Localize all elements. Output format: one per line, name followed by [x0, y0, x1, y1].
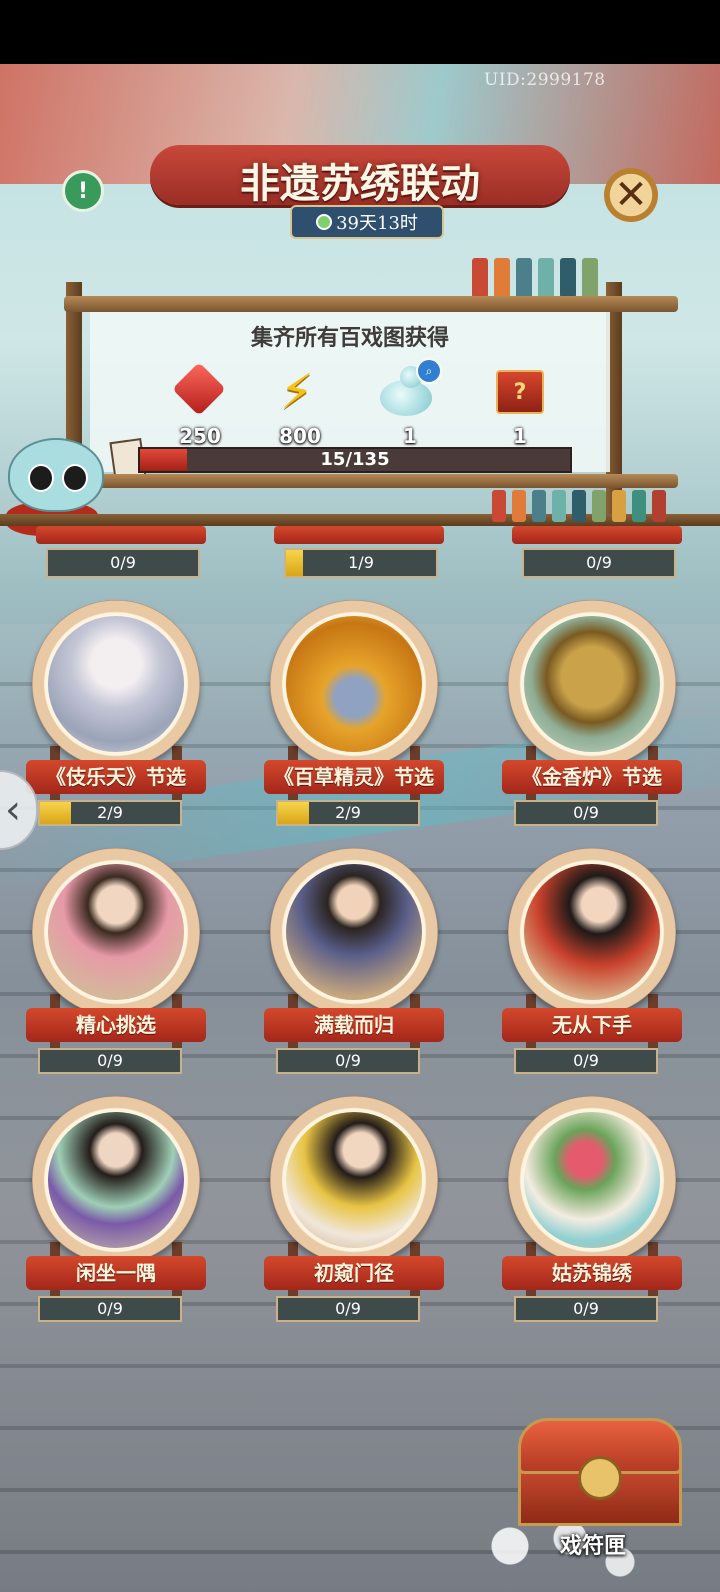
- card-title: 精心挑选: [26, 1008, 206, 1042]
- mascot-eye-right: [62, 464, 88, 492]
- mascot-head: [8, 438, 104, 512]
- collection-card[interactable]: 初窥门径 0/9: [264, 1092, 444, 1332]
- close-button[interactable]: ✕: [604, 168, 658, 222]
- top-card-banner: [36, 526, 206, 544]
- chevron-left-icon: ‹: [5, 787, 21, 833]
- reward-count: 1: [403, 424, 417, 448]
- event-title-banner: 非遗苏绣联动: [150, 145, 570, 207]
- card-progress: 0/9: [38, 1296, 182, 1322]
- card-progress: 2/9: [276, 800, 420, 826]
- magnifier-icon: ⌕: [416, 358, 442, 384]
- reward-gourd[interactable]: ⌕ 1: [370, 358, 450, 448]
- progress-text: 0/9: [573, 803, 599, 822]
- card-progress: 0/9: [276, 1048, 420, 1074]
- red-gem-icon: [172, 362, 226, 416]
- top-card-progress: 0/9: [522, 548, 676, 578]
- card-artwork: [48, 864, 184, 1000]
- progress-text: 0/9: [573, 1051, 599, 1070]
- progress-text: 0/9: [586, 553, 612, 572]
- progress-text: 0/9: [110, 553, 136, 572]
- top-card-progress: 1/9: [284, 548, 438, 578]
- collection-card[interactable]: 无从下手 0/9: [502, 844, 682, 1084]
- token-chest-button[interactable]: [512, 1418, 682, 1528]
- exclamation-icon: !: [77, 178, 89, 204]
- progress-text: 0/9: [573, 1299, 599, 1318]
- top-card-banner: [512, 526, 682, 544]
- thread-spools-top: [472, 258, 612, 298]
- card-title: 姑苏锦绣: [502, 1256, 682, 1290]
- card-artwork: [286, 864, 422, 1000]
- embroidery-frame-top: [64, 296, 678, 312]
- thread-spools-bottom: [492, 490, 672, 522]
- card-artwork: [48, 616, 184, 752]
- card-artwork: [48, 1112, 184, 1248]
- reward-count: 250: [179, 424, 221, 448]
- collection-card[interactable]: 《百草精灵》节选 2/9: [264, 596, 444, 836]
- reward-count: 1: [513, 424, 527, 448]
- card-title: 闲坐一隅: [26, 1256, 206, 1290]
- progress-text: 1/9: [348, 553, 374, 572]
- card-title: 《伎乐天》节选: [26, 760, 206, 794]
- card-progress: 0/9: [514, 800, 658, 826]
- mystery-box-icon: ?: [496, 370, 544, 414]
- progress-text: 2/9: [97, 803, 123, 822]
- chest-lock-icon: [578, 1456, 622, 1500]
- chest-label[interactable]: 戏符匣: [560, 1528, 626, 1560]
- card-title: 满载而归: [264, 1008, 444, 1042]
- lightning-icon: ⚡: [280, 364, 314, 420]
- embroidery-frame-bottom: [64, 474, 678, 488]
- progress-text: 0/9: [335, 1051, 361, 1070]
- collection-card[interactable]: 《伎乐天》节选 2/9: [26, 596, 206, 836]
- card-artwork: [286, 616, 422, 752]
- card-title: 无从下手: [502, 1008, 682, 1042]
- card-artwork: [286, 1112, 422, 1248]
- info-button[interactable]: !: [62, 170, 104, 212]
- card-progress: 0/9: [514, 1296, 658, 1322]
- collection-card[interactable]: 《金香炉》节选 0/9: [502, 596, 682, 836]
- card-progress: 2/9: [38, 800, 182, 826]
- collection-progress-bar: 15/135: [138, 447, 572, 473]
- card-progress: 0/9: [514, 1048, 658, 1074]
- reward-energy[interactable]: ⚡ 800: [260, 364, 340, 448]
- reward-count: 800: [279, 424, 321, 448]
- timer-text: 39天13时: [336, 213, 418, 234]
- progress-text: 0/9: [97, 1299, 123, 1318]
- collection-card[interactable]: 精心挑选 0/9: [26, 844, 206, 1084]
- reward-gem[interactable]: 250: [160, 362, 240, 448]
- collection-card[interactable]: 闲坐一隅 0/9: [26, 1092, 206, 1332]
- uid-label: UID:2999178: [484, 70, 606, 90]
- reward-box[interactable]: ? 1: [480, 364, 560, 448]
- event-title: 非遗苏绣联动: [240, 160, 480, 207]
- top-card-progress: 0/9: [46, 548, 200, 578]
- close-icon: ✕: [614, 172, 648, 218]
- card-artwork: [524, 864, 660, 1000]
- card-artwork: [524, 616, 660, 752]
- card-title: 《百草精灵》节选: [264, 760, 444, 794]
- card-progress: 0/9: [38, 1048, 182, 1074]
- mascot-eye-left: [28, 464, 54, 492]
- card-title: 初窥门径: [264, 1256, 444, 1290]
- progress-text: 0/9: [97, 1051, 123, 1070]
- card-artwork: [524, 1112, 660, 1248]
- progress-text: 0/9: [335, 1299, 361, 1318]
- progress-text: 15/135: [320, 449, 390, 470]
- clock-icon: [316, 214, 333, 230]
- top-card-banner: [274, 526, 444, 544]
- collection-card[interactable]: 满载而归 0/9: [264, 844, 444, 1084]
- card-title: 《金香炉》节选: [502, 760, 682, 794]
- progress-text: 2/9: [335, 803, 361, 822]
- reward-subtitle: 集齐所有百戏图获得: [250, 325, 449, 351]
- card-progress: 0/9: [276, 1296, 420, 1322]
- event-timer: 39天13时: [290, 205, 444, 239]
- collection-card[interactable]: 姑苏锦绣 0/9: [502, 1092, 682, 1332]
